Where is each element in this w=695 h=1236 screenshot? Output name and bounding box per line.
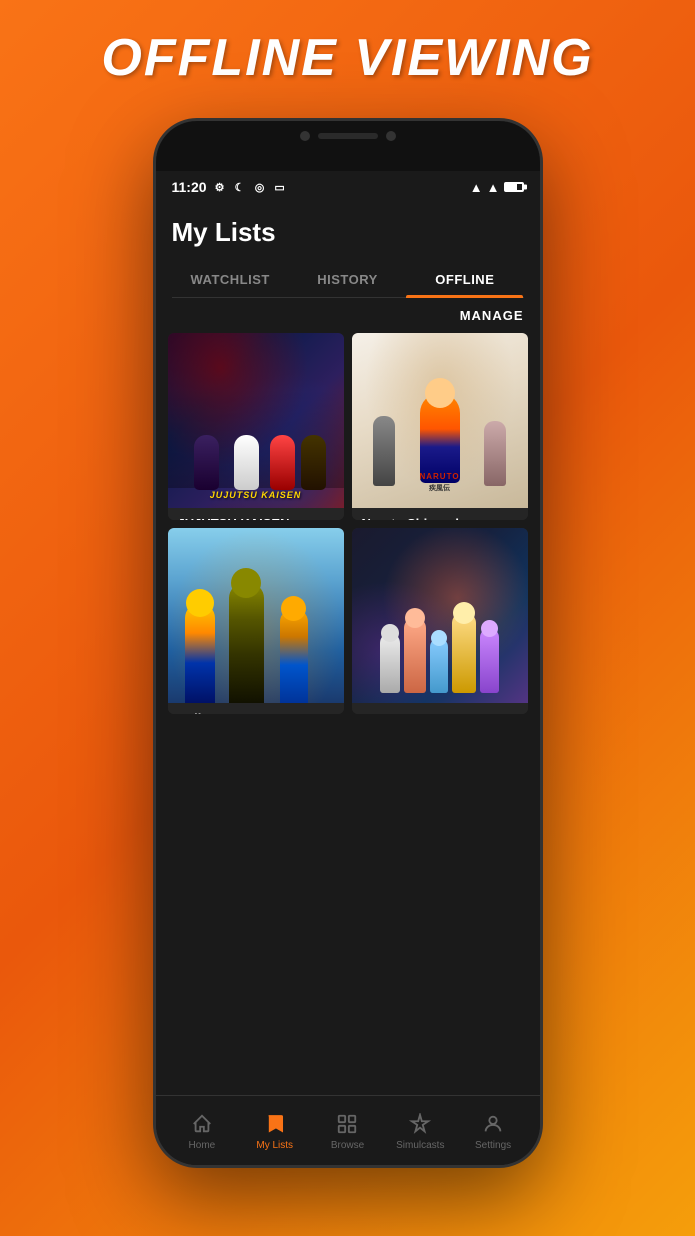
- phone-icon: ▭: [273, 180, 287, 194]
- nav-item-my-lists[interactable]: My Lists: [238, 1112, 311, 1151]
- gear-icon: ⚙: [213, 180, 227, 194]
- status-time: 11:20: [172, 179, 207, 195]
- naruto-poster-text: NARUTO 疾風伝: [419, 472, 459, 493]
- anime-card-jujutsu-kaisen[interactable]: JUJUTSU KAISEN JUJUTSU KAISEN 1 Episode …: [168, 333, 344, 520]
- simulcasts-svg: [409, 1113, 431, 1135]
- char-figure-2: [234, 435, 259, 490]
- nav-label-home: Home: [189, 1140, 216, 1151]
- browse-icon: [335, 1112, 359, 1136]
- app-screen: My Lists WATCHLIST HISTORY OFFLINE MANAG…: [156, 203, 540, 1167]
- nav-label-simulcasts: Simulcasts: [396, 1140, 444, 1151]
- hq-char-2: [229, 583, 264, 703]
- battery-icon: [504, 182, 524, 192]
- jjk-title-overlay: JUJUTSU KAISEN: [210, 490, 302, 500]
- speaker-bar: [318, 133, 378, 139]
- nav-item-settings[interactable]: Settings: [457, 1112, 530, 1151]
- hq-char-1: [185, 603, 215, 703]
- signal-icon: ▲: [487, 180, 500, 195]
- camera-area: [300, 121, 396, 141]
- status-left: 11:20 ⚙ ☾ ◎ ▭: [172, 179, 287, 195]
- of-char-5: [480, 628, 499, 693]
- of-char-3: [430, 638, 448, 693]
- anime-info-naruto: Naruto Shippuden 1 Episode ⋮: [352, 508, 528, 520]
- anime-poster-haikyuu: [168, 528, 344, 703]
- nav-label-my-lists: My Lists: [256, 1140, 293, 1151]
- of-char-2: [404, 618, 426, 693]
- phone-top-hardware: [156, 121, 540, 171]
- anime-info-haikyuu: Haikyuu!! 1 Episode ⋮: [168, 703, 344, 715]
- anime-poster-jjk: JUJUTSU KAISEN: [168, 333, 344, 508]
- camera-dot-left: [300, 131, 310, 141]
- bottom-nav: Home My Lists: [156, 1095, 540, 1167]
- anime-title-jjk: JUJUTSU KAISEN: [178, 516, 334, 520]
- circle-icon: ◎: [253, 180, 267, 194]
- char-figure-1: [194, 435, 219, 490]
- manage-button[interactable]: MANAGE: [460, 308, 524, 323]
- phone-device: 11:20 ⚙ ☾ ◎ ▭ ▲ ▲ My Lists: [153, 118, 543, 1168]
- of-char-1: [380, 633, 400, 693]
- char-figure-3: [270, 435, 295, 490]
- camera-dot-right: [386, 131, 396, 141]
- offline-viewing-header: OFFLINE VIEWING: [0, 0, 695, 98]
- page-title: My Lists: [172, 217, 524, 248]
- nav-item-home[interactable]: Home: [166, 1112, 239, 1151]
- anime-grid: JUJUTSU KAISEN JUJUTSU KAISEN 1 Episode …: [156, 333, 540, 714]
- tab-history[interactable]: HISTORY: [289, 262, 406, 297]
- moon-icon: ☾: [233, 180, 247, 194]
- tab-offline[interactable]: OFFLINE: [406, 262, 523, 297]
- browse-svg: [336, 1113, 358, 1135]
- settings-svg: [482, 1113, 504, 1135]
- anime-card-haikyuu[interactable]: Haikyuu!! 1 Episode ⋮: [168, 528, 344, 715]
- status-right: ▲ ▲: [470, 180, 524, 195]
- anime-poster-other: [352, 528, 528, 703]
- simulcasts-icon: [408, 1112, 432, 1136]
- nav-item-browse[interactable]: Browse: [311, 1112, 384, 1151]
- nav-item-simulcasts[interactable]: Simulcasts: [384, 1112, 457, 1151]
- other-figures: [362, 538, 518, 693]
- anime-card-naruto[interactable]: NARUTO 疾風伝 Naruto Shippuden 1 Episode ⋮: [352, 333, 528, 520]
- battery-fill: [506, 184, 517, 190]
- anime-poster-naruto: NARUTO 疾風伝: [352, 333, 528, 508]
- nav-label-settings: Settings: [475, 1140, 511, 1151]
- home-icon: [190, 1112, 214, 1136]
- naruto-figure: [420, 393, 460, 483]
- haikyuu-figures: [168, 563, 344, 703]
- settings-icon: [481, 1112, 505, 1136]
- bookmark-svg: [264, 1113, 286, 1135]
- nav-label-browse: Browse: [331, 1140, 364, 1151]
- tabs-bar: WATCHLIST HISTORY OFFLINE: [172, 262, 524, 298]
- anime-info-jjk: JUJUTSU KAISEN 1 Episode ⋮: [168, 508, 344, 520]
- hq-char-3: [280, 608, 308, 703]
- tab-watchlist[interactable]: WATCHLIST: [172, 262, 289, 297]
- anime-title-naruto: Naruto Shippuden: [362, 516, 518, 520]
- my-lists-icon: [263, 1112, 287, 1136]
- char-figure-4: [301, 435, 326, 490]
- page-title-bar: My Lists WATCHLIST HISTORY OFFLINE: [156, 203, 540, 298]
- wifi-icon: ▲: [470, 180, 483, 195]
- home-svg: [191, 1113, 213, 1135]
- of-char-4: [452, 613, 476, 693]
- anime-card-other[interactable]: Bungo Stray Dogs 1 Episode ⋮: [352, 528, 528, 715]
- anime-info-other: Bungo Stray Dogs 1 Episode ⋮: [352, 703, 528, 715]
- manage-row: MANAGE: [156, 298, 540, 333]
- status-bar: 11:20 ⚙ ☾ ◎ ▭ ▲ ▲: [156, 171, 540, 203]
- header-title: OFFLINE VIEWING: [101, 29, 593, 87]
